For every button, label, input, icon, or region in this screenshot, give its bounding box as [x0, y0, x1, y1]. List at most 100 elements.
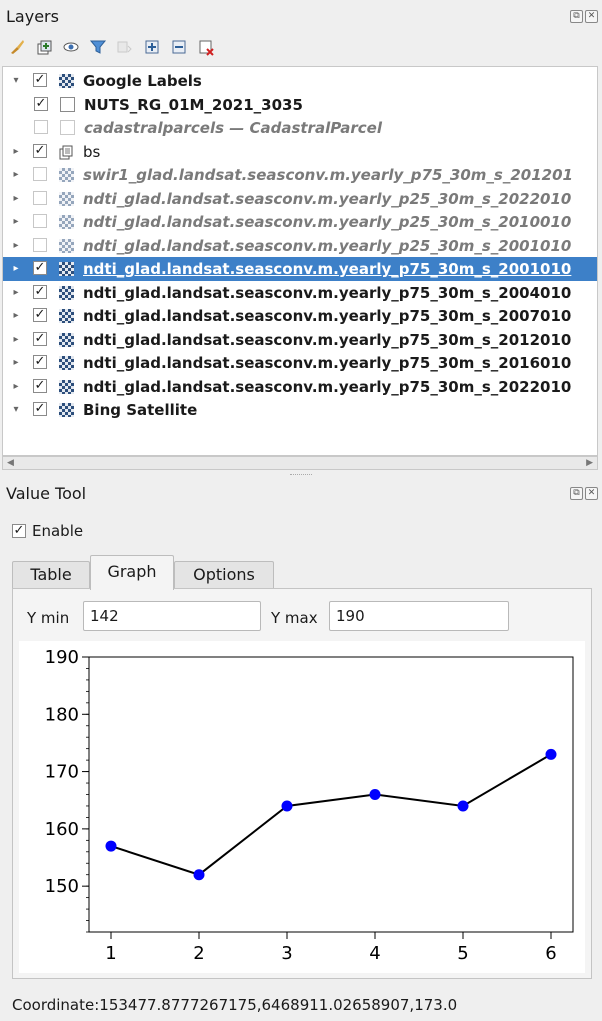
close-panel-icon[interactable]: ✕: [585, 10, 598, 23]
layer-row[interactable]: ▸ ✓ ndti_glad.landsat.seasconv.m.yearly_p7…: [3, 304, 597, 328]
layer-visibility-checkbox[interactable]: ✓: [33, 331, 47, 346]
layer-row[interactable]: ▸ ndti_glad.landsat.seasconv.m.yearly_p25…: [3, 187, 597, 211]
value-graph: 150 160 170 180 190 1 2 3 4 5 6: [19, 641, 585, 973]
raster-layer-icon: [59, 262, 74, 276]
layer-row[interactable]: ▸ ✓ ndti_glad.landsat.seasconv.m.yearly_p7…: [3, 328, 597, 352]
layer-visibility-checkbox[interactable]: [33, 167, 47, 181]
value-tool-title-text: Value Tool: [6, 484, 87, 503]
style-brush-icon[interactable]: [8, 38, 26, 56]
layer-name: ndti_glad.landsat.seasconv.m.yearly_p75_…: [83, 354, 572, 372]
data-point: [369, 789, 381, 800]
filter-legend-icon[interactable]: [89, 38, 107, 56]
group-layer-icon: [59, 145, 74, 159]
expand-arrow-icon[interactable]: ▸: [11, 146, 21, 158]
layer-visibility-checkbox[interactable]: ✓: [33, 143, 47, 158]
coordinate-readout: Coordinate:153477.8777267175,6468911.026…: [12, 996, 458, 1014]
layer-visibility-checkbox[interactable]: ✓: [33, 284, 47, 299]
float-panel-icon[interactable]: ⧉: [570, 487, 583, 500]
vector-layer-icon: [60, 96, 75, 112]
expand-arrow-icon[interactable]: ▸: [11, 287, 21, 299]
layer-name: cadastralparcels — CadastralParcel: [84, 119, 382, 137]
layer-name: ndti_glad.landsat.seasconv.m.yearly_p75_…: [83, 307, 572, 325]
raster-layer-icon: [59, 168, 74, 182]
layer-visibility-checkbox[interactable]: ✓: [33, 378, 47, 393]
layer-row[interactable]: ▸ ✓ ndti_glad.landsat.seasconv.m.yearly_p7…: [3, 351, 597, 375]
layer-row[interactable]: ▸ swir1_glad.landsat.seasconv.m.yearly_p7…: [3, 163, 597, 187]
layer-row[interactable]: ▾ ✓ Bing Satellite: [3, 398, 597, 422]
layers-panel-title: Layers ⧉ ✕: [0, 2, 602, 32]
ymax-input[interactable]: 190: [329, 601, 509, 631]
collapse-arrow-icon[interactable]: ▾: [11, 404, 21, 416]
expand-arrow-icon[interactable]: ▸: [11, 310, 21, 322]
float-panel-icon[interactable]: ⧉: [570, 10, 583, 23]
enable-checkbox[interactable]: ✓: [12, 524, 26, 538]
ymin-input[interactable]: 142: [83, 601, 261, 631]
data-point: [457, 800, 469, 812]
layer-visibility-checkbox[interactable]: ✓: [34, 96, 48, 111]
close-panel-icon[interactable]: ✕: [585, 487, 598, 500]
layer-row[interactable]: ▸ ✓ ndti_glad.landsat.seasconv.m.yearly_p7…: [3, 257, 597, 281]
layer-name: ndti_glad.landsat.seasconv.m.yearly_p75_…: [83, 260, 572, 278]
layer-visibility-checkbox[interactable]: ✓: [33, 355, 47, 369]
graph-tab-pane: Y min 142 Y max 190 150 160 170 180 190 1 2 3 4 5…: [12, 588, 592, 979]
layer-name: ndti_glad.landsat.seasconv.m.yearly_p75_…: [83, 283, 572, 302]
expand-all-icon[interactable]: [143, 38, 161, 56]
x-tick-label: 6: [545, 943, 556, 964]
layer-row[interactable]: ▸ ✓ ndti_glad.landsat.seasconv.m.yearly_p7…: [3, 281, 597, 305]
panel-splitter-handle[interactable]: [290, 474, 312, 477]
x-tick-label: 2: [193, 943, 204, 964]
ymax-label: Y max: [271, 609, 318, 627]
raster-layer-icon: [59, 403, 74, 417]
layer-name: Google Labels: [83, 72, 202, 90]
layer-name: ndti_glad.landsat.seasconv.m.yearly_p75_…: [83, 330, 572, 349]
expand-arrow-icon[interactable]: ▸: [11, 193, 21, 205]
collapse-all-icon[interactable]: [170, 38, 188, 56]
collapse-arrow-icon[interactable]: ▾: [11, 75, 21, 87]
expand-arrow-icon[interactable]: ▸: [11, 216, 21, 228]
data-point: [281, 800, 293, 812]
layer-visibility-checkbox[interactable]: ✓: [33, 402, 47, 416]
expand-arrow-icon[interactable]: ▸: [11, 357, 21, 369]
layer-visibility-checkbox[interactable]: [34, 120, 48, 134]
layer-visibility-checkbox[interactable]: ✓: [33, 261, 47, 275]
layer-visibility-checkbox[interactable]: [33, 214, 47, 228]
expand-arrow-icon[interactable]: ▸: [11, 334, 21, 346]
remove-layer-icon[interactable]: [197, 38, 215, 56]
vector-layer-icon: [60, 120, 75, 135]
layer-visibility-checkbox[interactable]: [33, 237, 47, 252]
raster-layer-icon: [59, 332, 74, 347]
layer-visibility-checkbox[interactable]: ✓: [33, 73, 47, 87]
layer-row[interactable]: ▸ ndti_glad.landsat.seasconv.m.yearly_p25…: [3, 234, 597, 258]
layer-row[interactable]: cadastralparcels — CadastralParcel: [3, 116, 597, 140]
ymin-label: Y min: [27, 609, 70, 627]
expand-arrow-icon[interactable]: ▸: [11, 381, 21, 393]
visibility-eye-icon[interactable]: [62, 38, 80, 56]
layer-name: NUTS_RG_01M_2021_3035: [84, 95, 303, 114]
filter-expression-icon[interactable]: [116, 38, 134, 56]
tab-graph[interactable]: Graph: [90, 555, 174, 590]
add-group-icon[interactable]: [35, 38, 53, 56]
layer-tree-horizontal-scrollbar[interactable]: ◀ ▶: [2, 456, 598, 470]
layer-name: bs: [83, 142, 101, 161]
layer-row[interactable]: ▸ ✓ ndti_glad.landsat.seasconv.m.yearly_p7…: [3, 375, 597, 399]
layers-toolbar: [8, 34, 215, 60]
layer-row[interactable]: ▾ ✓ Google Labels: [3, 69, 597, 93]
layer-name: swir1_glad.landsat.seasconv.m.yearly_p75…: [83, 166, 573, 184]
layer-row[interactable]: ▸ ✓ bs: [3, 140, 597, 164]
tab-options[interactable]: Options: [174, 561, 274, 589]
layer-visibility-checkbox[interactable]: ✓: [33, 308, 47, 322]
expand-arrow-icon[interactable]: ▸: [11, 263, 21, 275]
scroll-right-icon[interactable]: ▶: [586, 457, 593, 469]
enable-checkbox-row[interactable]: ✓ Enable: [12, 520, 83, 542]
tab-table[interactable]: Table: [12, 561, 90, 589]
expand-arrow-icon[interactable]: ▸: [11, 240, 21, 252]
expand-arrow-icon[interactable]: ▸: [11, 169, 21, 181]
layer-name: ndti_glad.landsat.seasconv.m.yearly_p75_…: [83, 377, 572, 396]
y-tick-label: 180: [45, 704, 79, 725]
layer-tree[interactable]: ▾ ✓ Google Labels ✓ NUTS_RG_01M_2021_3035cad…: [2, 66, 598, 456]
layer-row[interactable]: ▸ ndti_glad.landsat.seasconv.m.yearly_p25…: [3, 210, 597, 234]
layer-visibility-checkbox[interactable]: [33, 190, 47, 205]
layer-row[interactable]: ✓ NUTS_RG_01M_2021_3035: [3, 93, 597, 117]
plot-frame: [88, 656, 574, 933]
scroll-left-icon[interactable]: ◀: [7, 457, 14, 469]
